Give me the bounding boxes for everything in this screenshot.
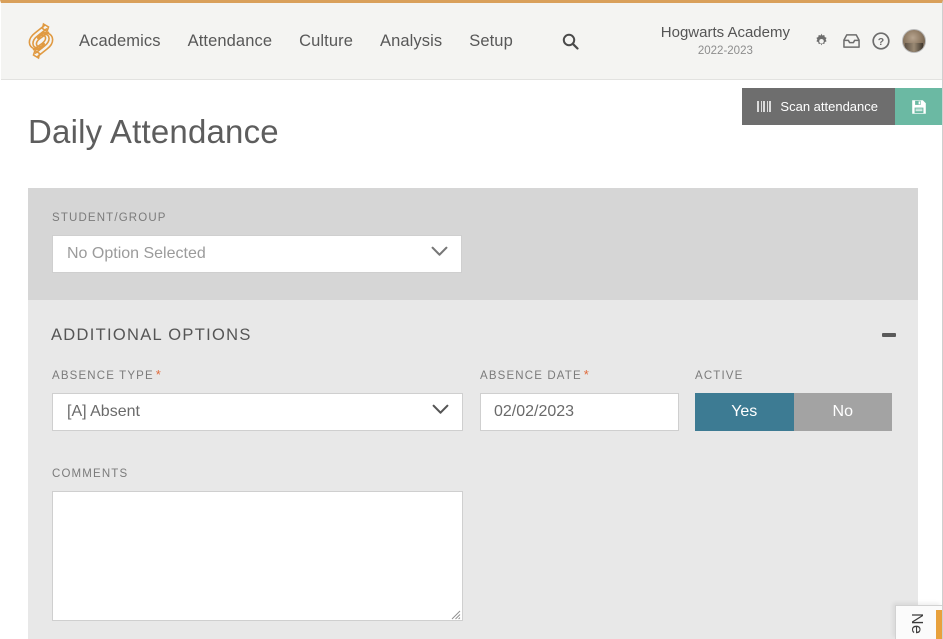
barcode-icon <box>757 101 771 112</box>
school-info: Hogwarts Academy 2022-2023 <box>661 24 790 57</box>
nav-item-culture[interactable]: Culture <box>299 32 353 51</box>
student-group-label: STUDENT/GROUP <box>52 212 462 224</box>
page-action-bar: Scan attendance <box>742 88 942 125</box>
absence-type-required-marker: * <box>156 367 161 382</box>
additional-options-title: ADDITIONAL OPTIONS <box>51 326 252 345</box>
svg-text:?: ? <box>878 36 884 48</box>
help-icon: ? <box>872 32 890 50</box>
school-year: 2022-2023 <box>698 45 753 58</box>
absence-date-field-group: ABSENCE DATE* <box>480 366 679 431</box>
page-title: Daily Attendance <box>28 113 279 151</box>
scan-attendance-button[interactable]: Scan attendance <box>742 88 895 125</box>
nav-item-attendance[interactable]: Attendance <box>188 32 272 51</box>
active-toggle-yes[interactable]: Yes <box>695 393 794 431</box>
avatar[interactable] <box>902 29 926 53</box>
nav-item-setup[interactable]: Setup <box>469 32 513 51</box>
active-toggle: Yes No <box>695 393 892 431</box>
absence-date-input[interactable] <box>480 393 679 431</box>
top-navigation-bar: Academics Attendance Culture Analysis Se… <box>1 3 942 80</box>
save-button[interactable] <box>895 88 942 125</box>
comments-field-group: COMMENTS <box>52 464 463 621</box>
absence-type-select[interactable]: [A] Absent <box>52 393 463 431</box>
app-logo[interactable] <box>19 17 63 65</box>
search-button[interactable] <box>562 33 579 50</box>
nav-item-academics[interactable]: Academics <box>79 32 161 51</box>
scan-attendance-label: Scan attendance <box>780 99 878 114</box>
active-label: ACTIVE <box>695 370 743 382</box>
active-field-group: ACTIVE Yes No <box>695 366 892 431</box>
student-group-panel: STUDENT/GROUP No Option Selected <box>28 188 918 300</box>
school-name: Hogwarts Academy <box>661 24 790 41</box>
student-group-select[interactable]: No Option Selected <box>52 235 462 273</box>
chevron-down-icon <box>432 402 449 420</box>
main-nav: Academics Attendance Culture Analysis Se… <box>79 32 579 51</box>
absence-date-label: ABSENCE DATE <box>480 370 582 382</box>
nav-item-analysis[interactable]: Analysis <box>380 32 442 51</box>
app-root: Academics Attendance Culture Analysis Se… <box>0 0 943 639</box>
search-icon <box>562 33 579 50</box>
additional-options-header[interactable]: ADDITIONAL OPTIONS <box>51 319 896 351</box>
next-drawer-tab[interactable]: Ne <box>895 605 942 639</box>
spiral-s-logo-icon <box>21 19 61 63</box>
active-toggle-no[interactable]: No <box>794 393 893 431</box>
chevron-down-icon <box>431 244 448 262</box>
settings-button[interactable] <box>806 26 836 56</box>
next-drawer-label: Ne <box>907 613 925 634</box>
gear-icon <box>813 33 830 50</box>
inbox-icon <box>842 33 861 50</box>
header-right-cluster: Hogwarts Academy 2022-2023 ? <box>661 3 926 79</box>
student-group-value: No Option Selected <box>67 245 206 263</box>
inbox-button[interactable] <box>836 26 866 56</box>
comments-label: COMMENTS <box>52 468 128 480</box>
absence-type-label: ABSENCE TYPE <box>52 370 154 382</box>
absence-date-required-marker: * <box>584 367 589 382</box>
help-button[interactable]: ? <box>866 26 896 56</box>
absence-type-value: [A] Absent <box>67 403 140 421</box>
comments-textarea[interactable] <box>52 491 463 621</box>
absence-type-field-group: ABSENCE TYPE* [A] Absent <box>52 366 463 431</box>
next-drawer-accent-bar <box>936 610 942 639</box>
minus-icon[interactable] <box>882 333 896 337</box>
floppy-save-icon <box>911 99 927 115</box>
